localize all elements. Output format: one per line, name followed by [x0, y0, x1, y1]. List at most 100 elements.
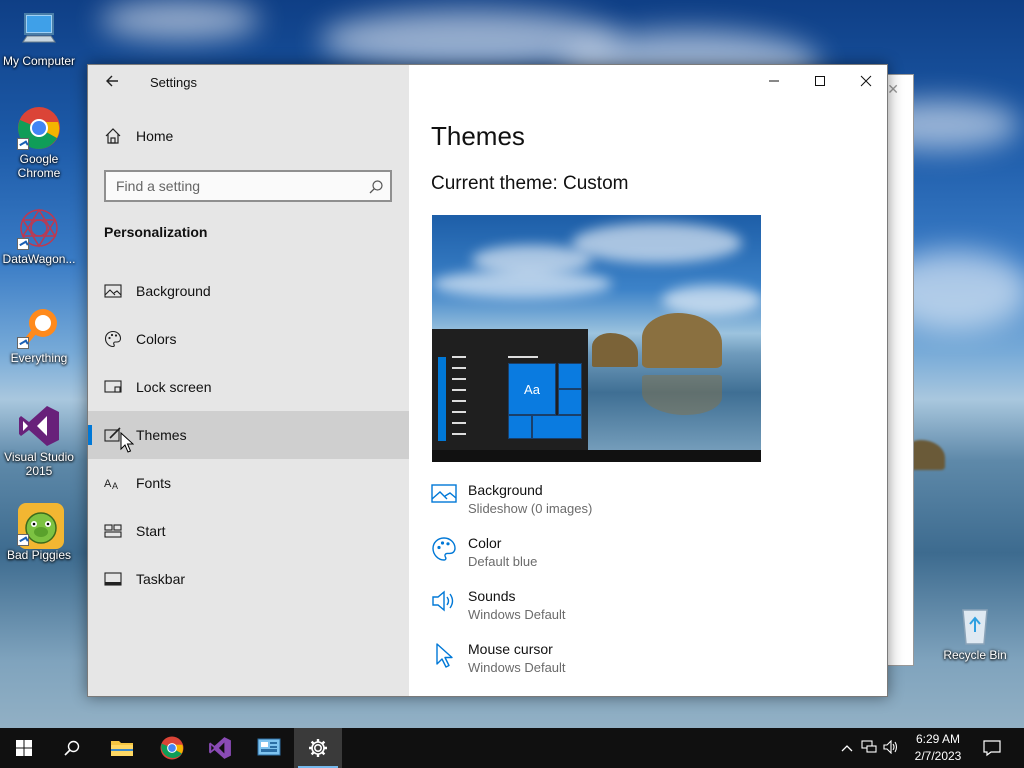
- taskbar: 6:29 AM 2/7/2023: [0, 728, 1024, 768]
- window-title: Settings: [150, 75, 197, 90]
- clock-time: 6:29 AM: [915, 732, 961, 746]
- maximize-button[interactable]: [797, 65, 843, 97]
- nav-item-taskbar[interactable]: Taskbar: [88, 555, 409, 603]
- shortcut-arrow-icon: [17, 238, 29, 250]
- desktop-icon-google-chrome[interactable]: Google Chrome: [1, 106, 77, 180]
- theme-item-title: Color: [468, 535, 502, 551]
- desktop-icon-label: Everything: [10, 351, 68, 365]
- taskbar-control-panel[interactable]: [245, 728, 293, 768]
- notification-icon: [983, 740, 1001, 757]
- chevron-up-icon[interactable]: [838, 741, 856, 755]
- desktop-icon-datawagon[interactable]: DataWagon...: [1, 206, 77, 266]
- search-icon: [64, 740, 80, 756]
- palette-icon: [431, 536, 457, 562]
- nav-item-start[interactable]: Start: [88, 507, 409, 555]
- theme-item-color[interactable]: Color Default blue: [431, 535, 861, 588]
- themes-content-pane: Themes Current theme: Custom Aa Backgrou…: [409, 65, 887, 696]
- control-panel-icon: [257, 738, 281, 756]
- desktop-icon-label: Recycle Bin: [943, 648, 1007, 662]
- bad-piggies-icon: [17, 502, 64, 549]
- nav-item-background[interactable]: Background: [88, 267, 409, 315]
- home-link[interactable]: Home: [104, 127, 173, 145]
- svg-text:A: A: [112, 481, 118, 491]
- cursor-icon: [431, 642, 457, 668]
- minimize-icon: [769, 80, 779, 82]
- taskbar-visual-studio[interactable]: [196, 728, 244, 768]
- recycle-bin-icon: [953, 602, 997, 646]
- computer-icon: [17, 8, 61, 52]
- nav-item-label: Taskbar: [136, 571, 186, 587]
- theme-item-title: Mouse cursor: [468, 641, 553, 657]
- desktop-icon-label: My Computer: [2, 54, 76, 68]
- system-tray: [838, 728, 902, 768]
- visual-studio-icon: [209, 737, 231, 759]
- section-title: Personalization: [104, 224, 208, 240]
- theme-item-value: Slideshow (0 images): [468, 501, 593, 516]
- svg-text:A: A: [104, 478, 112, 490]
- desktop-icon-recycle-bin[interactable]: Recycle Bin: [937, 602, 1013, 662]
- clock-date: 2/7/2023: [914, 749, 962, 763]
- back-button[interactable]: [100, 71, 124, 95]
- settings-window: Settings Home Personalization Background: [87, 64, 888, 697]
- chrome-icon: [160, 736, 184, 760]
- action-center-button[interactable]: [968, 728, 1016, 768]
- nav-item-label: Background: [136, 283, 211, 299]
- desktop-icon-my-computer[interactable]: My Computer: [1, 8, 77, 68]
- desktop-icon-label: Google Chrome: [17, 152, 61, 180]
- taskbar-icon: [104, 570, 122, 588]
- find-setting-search: [104, 170, 392, 202]
- visual-studio-icon: [17, 404, 61, 448]
- picture-icon: [431, 483, 457, 509]
- chrome-icon: [17, 106, 61, 150]
- theme-item-title: Sounds: [468, 588, 516, 604]
- taskbar-settings[interactable]: [294, 728, 342, 768]
- file-explorer-icon: [111, 741, 133, 756]
- find-setting-input[interactable]: [106, 172, 390, 200]
- network-icon[interactable]: [858, 739, 880, 757]
- current-theme-heading: Current theme: Custom: [431, 173, 629, 194]
- shortcut-arrow-icon: [17, 534, 29, 546]
- settings-nav-list: Background Colors Lock screen Themes A A…: [88, 267, 409, 603]
- desktop-icon-label: Bad Piggies: [6, 548, 72, 562]
- taskbar-clock[interactable]: 6:29 AM 2/7/2023: [908, 731, 968, 765]
- start-icon: [16, 740, 32, 756]
- lock-screen-icon: [104, 378, 122, 396]
- page-title: Themes: [431, 121, 525, 151]
- theme-item-sounds[interactable]: Sounds Windows Default: [431, 588, 861, 641]
- volume-icon[interactable]: [880, 739, 902, 757]
- desktop-icon-bad-piggies[interactable]: Bad Piggies: [1, 502, 77, 562]
- minimize-button[interactable]: [751, 65, 797, 97]
- nav-item-lock-screen[interactable]: Lock screen: [88, 363, 409, 411]
- nav-item-label: Start: [136, 523, 166, 539]
- speaker-icon: [431, 589, 457, 615]
- theme-preview[interactable]: Aa: [432, 215, 761, 462]
- close-icon: [860, 75, 872, 87]
- nav-item-label: Colors: [136, 331, 177, 347]
- nav-item-fonts[interactable]: AA Fonts: [88, 459, 409, 507]
- nav-item-label: Fonts: [136, 475, 172, 491]
- desktop-icon-everything[interactable]: Everything: [1, 305, 77, 365]
- start-button[interactable]: [0, 728, 48, 768]
- taskbar-search-button[interactable]: [48, 728, 96, 768]
- arrow-left-icon: [106, 75, 118, 87]
- taskbar-chrome[interactable]: [148, 728, 196, 768]
- taskbar-file-explorer[interactable]: [98, 728, 146, 768]
- theme-item-value: Default blue: [468, 554, 538, 569]
- close-icon[interactable]: ✕: [887, 81, 899, 98]
- picture-icon: [104, 282, 122, 300]
- maximize-icon: [815, 76, 825, 86]
- home-icon: [104, 127, 122, 145]
- nav-item-themes[interactable]: Themes: [88, 411, 409, 459]
- search-icon[interactable]: [368, 179, 384, 195]
- home-label: Home: [136, 128, 174, 144]
- shortcut-arrow-icon: [17, 337, 29, 349]
- nav-item-label: Lock screen: [136, 379, 212, 395]
- theme-item-mouse-cursor[interactable]: Mouse cursor Windows Default: [431, 641, 861, 694]
- desktop-icon-label: Visual Studio 2015: [4, 450, 74, 478]
- nav-item-colors[interactable]: Colors: [88, 315, 409, 363]
- close-button[interactable]: [843, 65, 889, 97]
- theme-item-background[interactable]: Background Slideshow (0 images): [431, 482, 861, 535]
- desktop-icon-visual-studio[interactable]: Visual Studio 2015: [1, 404, 77, 478]
- everything-search-icon: [17, 305, 61, 349]
- settings-nav-pane: Settings Home Personalization Background: [88, 65, 409, 696]
